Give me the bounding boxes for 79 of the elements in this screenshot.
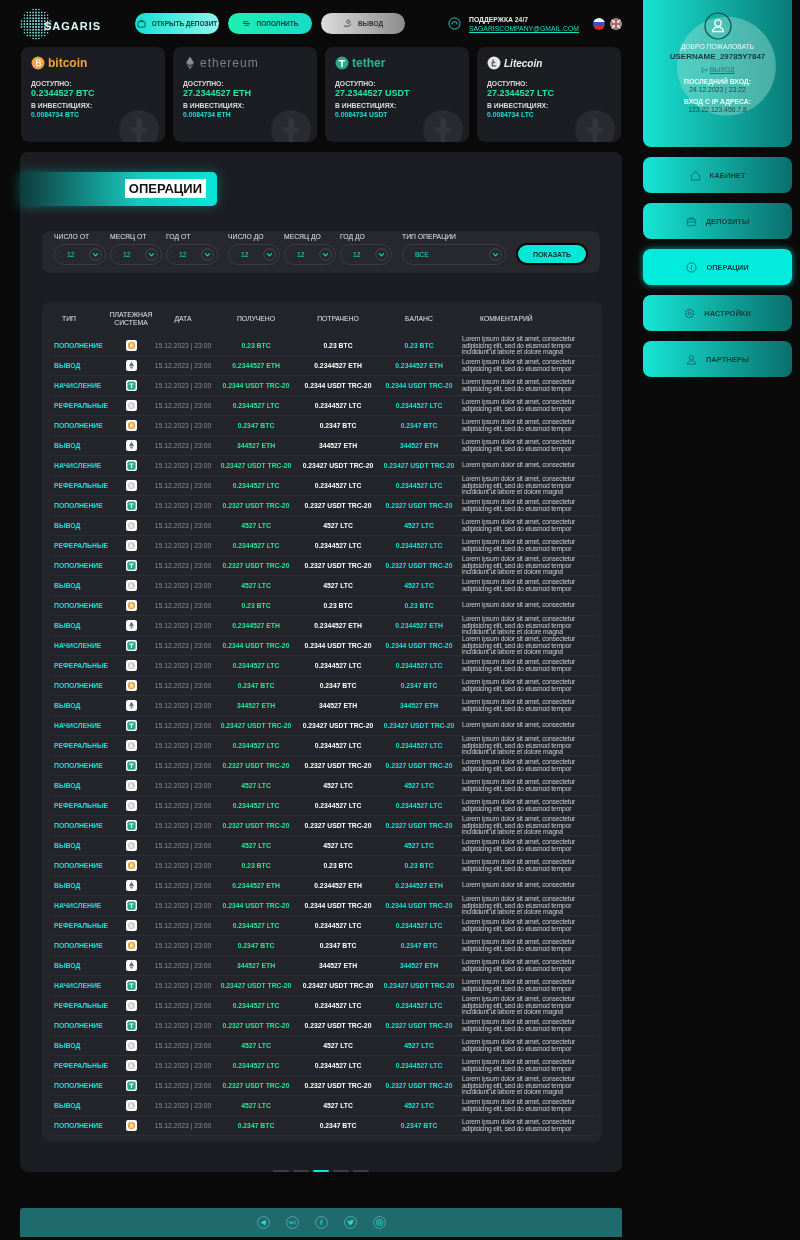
coin-icon xyxy=(125,900,137,912)
coin-icon xyxy=(125,800,137,811)
coin-icon xyxy=(125,480,137,492)
available-amount: 0.2344527 BTC xyxy=(31,88,95,98)
available-amount: 27.2344527 USDT xyxy=(335,88,410,98)
coin-icon xyxy=(125,980,137,991)
russian-flag-icon[interactable] xyxy=(593,17,605,30)
coin-icon xyxy=(125,780,137,791)
chevron-icon xyxy=(201,248,214,261)
page-title: ОПЕРАЦИИ xyxy=(124,179,206,199)
coin-icon xyxy=(125,1080,137,1092)
coin-name: Litecoin xyxy=(504,57,543,69)
british-flag-icon[interactable] xyxy=(610,17,622,30)
coin-icon xyxy=(125,960,137,971)
chevron-icon xyxy=(89,248,102,261)
coin-icon xyxy=(183,56,197,70)
coin-icon xyxy=(125,1120,137,1131)
coin-icon xyxy=(125,860,137,871)
support-icon xyxy=(448,17,461,30)
chevron-icon xyxy=(489,248,502,261)
coin-icon xyxy=(125,1060,137,1071)
info-icon xyxy=(686,261,698,273)
coin-icon xyxy=(125,1000,137,1012)
available-amount: 27.2344527 LTC xyxy=(487,88,554,98)
coin-icon xyxy=(125,1020,137,1031)
coin-icon xyxy=(125,380,137,391)
chevron-icon xyxy=(145,248,158,261)
coin-icon xyxy=(125,880,137,891)
coin-icon xyxy=(125,640,137,652)
coin-icon xyxy=(125,420,137,431)
user-icon xyxy=(703,12,732,40)
logo-text: SAGARIS xyxy=(44,19,102,32)
coin-icon xyxy=(335,56,349,70)
facebook-icon[interactable] xyxy=(314,1216,328,1229)
case-icon xyxy=(136,19,146,28)
instagram-icon[interactable] xyxy=(372,1216,386,1229)
coin-icon xyxy=(125,580,137,591)
coin-icon xyxy=(125,840,137,851)
coin-icon xyxy=(487,56,501,70)
coin-icon xyxy=(125,560,137,572)
coin-name: ethereum xyxy=(200,56,259,70)
coin-icon xyxy=(125,340,137,352)
coin-icon xyxy=(125,600,137,611)
coin-icon xyxy=(125,940,137,951)
coin-name: bitcoin xyxy=(48,56,88,70)
page-indicator[interactable] xyxy=(313,1170,329,1172)
coin-icon xyxy=(125,660,137,671)
coin-icon xyxy=(125,360,137,371)
coin-icon xyxy=(125,1040,137,1051)
twitter-icon[interactable] xyxy=(343,1216,357,1229)
coin-icon xyxy=(125,620,137,632)
coin-icon xyxy=(125,540,137,551)
coin-icon xyxy=(125,720,137,731)
coin-icon xyxy=(125,760,137,771)
telegram-icon[interactable] xyxy=(256,1216,270,1229)
available-amount: 27.2344527 ETH xyxy=(183,88,252,98)
coin-icon xyxy=(125,920,137,931)
home-icon xyxy=(689,169,701,181)
hand-icon xyxy=(342,19,352,28)
coin-icon xyxy=(125,740,137,752)
coin-icon xyxy=(125,520,137,531)
users-icon xyxy=(685,353,697,365)
coin-icon xyxy=(125,680,137,691)
coin-icon xyxy=(125,1100,137,1111)
coin-icon xyxy=(125,440,137,451)
chevron-icon xyxy=(319,248,332,261)
chevron-icon xyxy=(375,248,388,261)
logout-icon xyxy=(700,66,708,73)
chevron-icon xyxy=(263,248,276,261)
coin-icon xyxy=(125,500,137,511)
coin-icon xyxy=(31,56,45,70)
coin-icon xyxy=(125,820,137,832)
coin-icon xyxy=(125,400,137,411)
coin-icon xyxy=(125,460,137,471)
coin-icon xyxy=(125,700,137,711)
vk-icon[interactable] xyxy=(285,1216,299,1229)
coin-name: tether xyxy=(352,56,386,70)
case-icon xyxy=(685,215,697,227)
settings-icon xyxy=(684,307,696,319)
